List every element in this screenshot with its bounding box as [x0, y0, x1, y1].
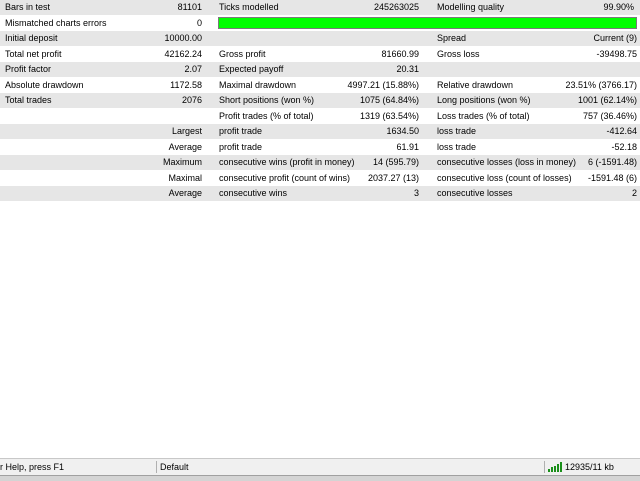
largest-profit-value: 1634.50	[386, 126, 419, 136]
bottom-tab-strip	[0, 475, 640, 481]
average-consecutive-label: Average	[168, 188, 202, 198]
report-row-mismatched: Mismatched charts errors 0	[0, 15, 640, 31]
absolute-drawdown-value: 1172.58	[170, 79, 202, 90]
short-positions-value: 1075 (64.84%)	[359, 95, 419, 105]
status-divider	[544, 461, 545, 473]
long-positions-value: 1001 (62.14%)	[577, 95, 637, 105]
average-consecutive-wins-value: 3	[413, 188, 419, 198]
modelling-quality-bar-fill	[219, 17, 636, 28]
report-row-deposit: Initial deposit 10000.00 Spread Current …	[0, 31, 640, 47]
mismatched-errors-value: 0	[196, 17, 202, 28]
modelling-quality-value: 99.90%	[603, 2, 634, 12]
initial-deposit-value: 10000.00	[164, 33, 202, 43]
average-loss-value: -52.18	[611, 141, 637, 152]
maximal-loss-value: -1591.48 (6)	[587, 172, 637, 183]
report-row-maximum: Maximum consecutive wins (profit in mone…	[0, 155, 640, 171]
profit-trades-value: 1319 (63.54%)	[359, 110, 419, 121]
tester-report: Bars in test 81101 Ticks modelled 245263…	[0, 0, 640, 202]
average-profit-value: 61.91	[396, 141, 419, 152]
spread-value: Current (9)	[593, 33, 637, 43]
report-row-profit-trades: Profit trades (% of total) 1319 (63.54%)…	[0, 108, 640, 124]
maximal-label: Maximal	[168, 172, 202, 183]
modelling-quality-bar	[218, 16, 637, 29]
report-row-total-trades: Total trades 2076 Short positions (won %…	[0, 93, 640, 109]
status-bar: r Help, press F1 Default 12935/11 kb	[0, 458, 640, 475]
maximum-label: Maximum	[162, 157, 202, 167]
maximal-drawdown-value: 4997.21 (15.88%)	[347, 79, 419, 90]
total-trades-value: 2076	[181, 95, 202, 105]
report-row-average: Average profit trade 61.91 loss trade -5…	[0, 139, 640, 155]
expected-payoff-value: 20.31	[396, 64, 419, 74]
total-net-profit-value: 42162.24	[164, 48, 202, 59]
report-row-bars: Bars in test 81101 Ticks modelled 245263…	[0, 0, 640, 16]
status-help-text: r Help, press F1	[0, 462, 65, 472]
report-row-largest: Largest profit trade 1634.50 loss trade …	[0, 124, 640, 140]
maximum-loss-value: 6 (-1591.48)	[587, 157, 637, 167]
report-row-average-consecutive: Average consecutive wins 3 consecutive l…	[0, 186, 640, 202]
average-consecutive-losses-value: 2	[631, 188, 637, 198]
relative-drawdown-value: 23.51% (3766.17)	[565, 79, 637, 90]
report-row-drawdown: Absolute drawdown 1172.58 Maximal drawdo…	[0, 77, 640, 93]
report-row-net-profit: Total net profit 42162.24 Gross profit 8…	[0, 46, 640, 62]
maximal-profit-value: 2037.27 (13)	[367, 172, 419, 183]
report-row-profit-factor: Profit factor 2.07 Expected payoff 20.31	[0, 62, 640, 78]
loss-trades-value: 757 (36.46%)	[582, 110, 637, 121]
largest-loss-value: -412.64	[606, 126, 637, 136]
report-row-maximal: Maximal consecutive profit (count of win…	[0, 170, 640, 186]
status-traffic[interactable]: 12935/11 kb	[548, 460, 638, 474]
gross-loss-value: -39498.75	[596, 48, 637, 59]
average-label: Average	[168, 141, 202, 152]
ticks-modelled-value: 245263025	[373, 2, 419, 12]
gross-profit-value: 81660.99	[381, 48, 419, 59]
status-divider	[156, 461, 157, 473]
largest-label: Largest	[171, 126, 202, 136]
maximum-profit-value: 14 (595.79)	[372, 157, 419, 167]
status-traffic-text: 12935/11 kb	[565, 462, 614, 472]
profit-factor-value: 2.07	[184, 64, 202, 74]
bars-in-test-value: 81101	[177, 2, 202, 12]
status-profile-name[interactable]: Default	[160, 460, 280, 474]
connection-bars-icon	[548, 462, 564, 472]
